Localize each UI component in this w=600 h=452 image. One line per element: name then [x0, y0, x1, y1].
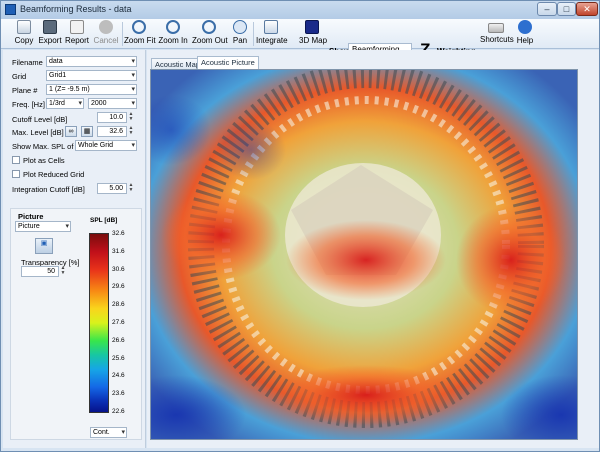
cutoff-stepper[interactable]: ▲ ▼ — [128, 112, 134, 123]
plot-cells-checkbox[interactable] — [12, 156, 20, 164]
tab-acoustic-picture[interactable]: Acoustic Picture — [197, 56, 259, 70]
colorbar-tick-label: 32.6 — [112, 230, 125, 237]
zoom-in-button[interactable]: Zoom In — [158, 20, 188, 48]
integrate-icon — [264, 20, 278, 34]
3d-map-icon — [305, 20, 319, 34]
filename-label: Filename — [12, 58, 43, 67]
cancel-icon — [99, 20, 113, 34]
minimize-button[interactable]: – — [537, 2, 557, 16]
colorbar-tick-label: 24.6 — [112, 372, 125, 380]
pan-icon — [233, 20, 247, 34]
help-button[interactable]: Help — [516, 20, 534, 48]
plane-label: Plane # — [12, 86, 38, 95]
shortcuts-button[interactable]: Shortcuts — [480, 20, 514, 48]
keyboard-icon — [488, 23, 504, 33]
colorbar-tick-label: 28.6 — [112, 301, 125, 309]
app-window: Beamforming Results - data – □ ✕ Copy Ex… — [0, 0, 600, 452]
colorbar-tick-label: 30.6 — [112, 265, 125, 273]
maxlevel-input[interactable]: 32.6 — [97, 126, 127, 137]
freq-band-select[interactable]: 1/3rd — [46, 98, 84, 109]
colorbar-tick-label: 23.6 — [112, 390, 125, 398]
showmax-label: Show Max. SPL of — [12, 142, 74, 151]
window-title: Beamforming Results - data — [20, 4, 132, 14]
plot-reduced-checkbox[interactable] — [12, 170, 20, 178]
zoom-out-icon — [202, 20, 216, 34]
colorbar-tick-label: 27.6 — [112, 319, 125, 326]
spl-colorbar — [89, 233, 109, 413]
colorbar-tick-label: 26.6 — [112, 336, 125, 344]
report-button[interactable]: Report — [65, 20, 89, 48]
colorbar-tick-label: 29.6 — [112, 283, 125, 291]
link-max-level-button[interactable]: ∞ — [65, 126, 77, 137]
toolbar-separator — [122, 22, 123, 46]
freq-label: Freq. [Hz] — [12, 100, 45, 109]
cutoff-input[interactable]: 10.0 — [97, 112, 127, 123]
grid-select[interactable]: Grid1 — [46, 70, 137, 81]
copy-button[interactable]: Copy — [13, 20, 35, 48]
integration-stepper[interactable]: ▲ ▼ — [128, 183, 134, 194]
help-icon — [518, 20, 532, 34]
picture-heading: Picture — [18, 212, 44, 221]
pan-button[interactable]: Pan — [230, 20, 250, 48]
maxlevel-label: Max. Level [dB] — [12, 128, 64, 137]
transparency-stepper[interactable]: ▲ ▼ — [60, 266, 66, 277]
maxlevel-stepper[interactable]: ▲ ▼ — [128, 126, 134, 137]
colorbar-mode-select[interactable]: Cont. — [90, 427, 127, 438]
integration-input[interactable]: 5.00 — [97, 183, 127, 194]
picture-icon: ▣ — [40, 240, 48, 247]
integration-label: Integration Cutoff [dB] — [12, 185, 85, 194]
link-icon: ∞ — [68, 128, 74, 135]
export-button[interactable]: Export — [38, 20, 62, 48]
load-picture-button[interactable]: ▣ — [35, 238, 53, 254]
report-icon — [70, 20, 84, 34]
colorbar-tick-label: 25.6 — [112, 354, 125, 362]
acoustic-heatmap — [151, 70, 577, 439]
filename-select[interactable]: data — [46, 56, 137, 67]
plot-reduced-label: Plot Reduced Grid — [23, 170, 85, 179]
export-icon — [43, 20, 57, 34]
lock-icon: ▦ — [83, 128, 91, 135]
copy-icon — [17, 20, 31, 34]
title-bar: Beamforming Results - data – □ ✕ — [1, 1, 599, 19]
transparency-input[interactable]: 50 — [21, 266, 59, 277]
freq-value-select[interactable]: 2000 — [88, 98, 137, 109]
maximize-button[interactable]: □ — [557, 2, 576, 16]
colorbar-tick-label: 31.6 — [112, 247, 125, 255]
plot-cells-label: Plot as Cells — [23, 156, 65, 165]
colorbar-tick-label: 22.6 — [112, 408, 125, 415]
picture-mode-select[interactable]: Picture — [15, 221, 71, 232]
zoom-out-button[interactable]: Zoom Out — [192, 20, 228, 48]
close-button[interactable]: ✕ — [576, 2, 598, 16]
showmax-select[interactable]: Whole Grid — [75, 140, 137, 151]
app-icon — [5, 4, 16, 15]
acoustic-picture-view[interactable] — [150, 69, 578, 440]
grid-label: Grid — [12, 72, 27, 81]
integrate-button[interactable]: Integrate — [256, 20, 288, 48]
zoom-fit-button[interactable]: Zoom Fit — [124, 20, 156, 48]
zoom-in-icon — [166, 20, 180, 34]
lock-max-level-button[interactable]: ▦ — [81, 126, 93, 137]
3d-map-button[interactable]: 3D Map — [299, 20, 327, 48]
toolbar-separator — [253, 22, 254, 46]
colorbar-title: SPL [dB] — [90, 217, 118, 224]
plane-select[interactable]: 1 (Z= -9.5 m) — [46, 84, 137, 95]
cancel-button[interactable]: Cancel — [93, 20, 119, 48]
zoom-fit-icon — [132, 20, 146, 34]
cutoff-label: Cutoff Level [dB] — [12, 115, 68, 124]
toolbar: Copy Export Report Cancel Zoom Fit Zoom … — [1, 19, 599, 59]
